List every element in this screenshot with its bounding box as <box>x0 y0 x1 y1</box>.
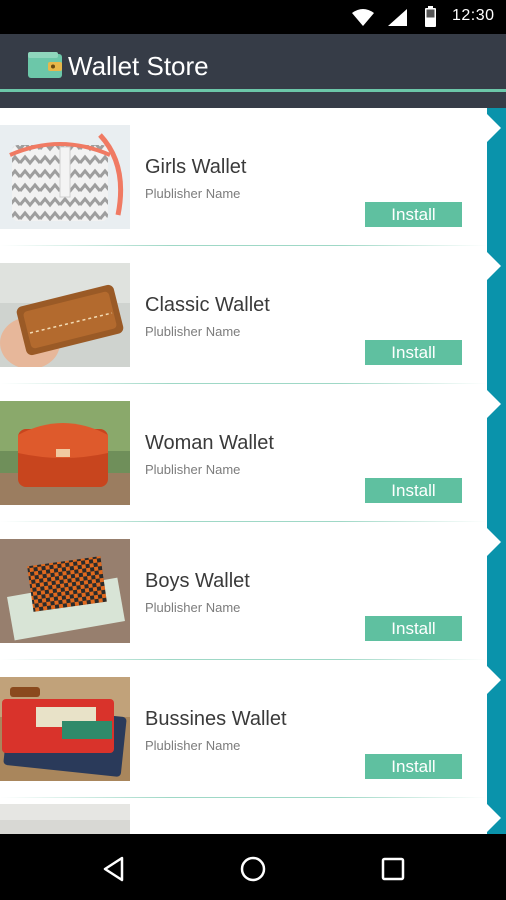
list-item[interactable]: Classic Wallet Plublisher Name Install <box>0 246 501 384</box>
list-item[interactable] <box>0 798 501 834</box>
app-bar-divider <box>0 89 506 92</box>
cell-signal-icon <box>388 9 407 31</box>
card-notch <box>487 528 501 556</box>
status-time: 12:30 <box>452 7 495 24</box>
install-button[interactable]: Install <box>365 616 462 641</box>
card-notch <box>487 666 501 694</box>
list-item[interactable]: Woman Wallet Plublisher Name Install <box>0 384 501 522</box>
product-list[interactable]: Girls Wallet Plublisher Name Install Cla… <box>0 108 506 834</box>
card-notch <box>487 804 501 832</box>
card-notch <box>487 252 501 280</box>
item-publisher: Plublisher Name <box>145 738 241 753</box>
install-button[interactable]: Install <box>365 478 462 503</box>
app-title: Wallet Store <box>68 51 209 81</box>
item-name: Classic Wallet <box>145 294 270 316</box>
item-name: Bussines Wallet <box>145 708 287 730</box>
recents-icon[interactable] <box>378 854 408 884</box>
battery-icon <box>425 6 436 32</box>
list-item[interactable]: Bussines Wallet Plublisher Name Install <box>0 660 501 798</box>
wifi-icon <box>352 9 374 31</box>
home-icon[interactable] <box>238 854 268 884</box>
right-rail <box>487 108 506 834</box>
item-publisher: Plublisher Name <box>145 600 241 615</box>
item-name: Woman Wallet <box>145 432 274 454</box>
product-thumbnail[interactable] <box>0 539 130 643</box>
list-item[interactable]: Girls Wallet Plublisher Name Install <box>0 108 501 246</box>
item-publisher: Plublisher Name <box>145 462 241 477</box>
install-button[interactable]: Install <box>365 202 462 227</box>
card-notch <box>487 390 501 418</box>
install-button[interactable]: Install <box>365 754 462 779</box>
item-publisher: Plublisher Name <box>145 324 241 339</box>
item-name: Girls Wallet <box>145 156 247 178</box>
back-icon[interactable] <box>99 854 129 884</box>
product-thumbnail[interactable] <box>0 677 130 781</box>
item-name: Boys Wallet <box>145 570 250 592</box>
product-thumbnail[interactable] <box>0 401 130 505</box>
list-item[interactable]: Boys Wallet Plublisher Name Install <box>0 522 501 660</box>
wallet-icon <box>28 52 62 83</box>
item-publisher: Plublisher Name <box>145 186 241 201</box>
install-button[interactable]: Install <box>365 340 462 365</box>
product-thumbnail[interactable] <box>0 125 130 229</box>
app-bar: Wallet Store <box>0 34 506 108</box>
product-thumbnail[interactable] <box>0 263 130 367</box>
product-thumbnail[interactable] <box>0 804 130 834</box>
status-bar: 12:30 <box>0 0 506 34</box>
navigation-bar <box>0 834 506 900</box>
card-notch <box>487 114 501 142</box>
